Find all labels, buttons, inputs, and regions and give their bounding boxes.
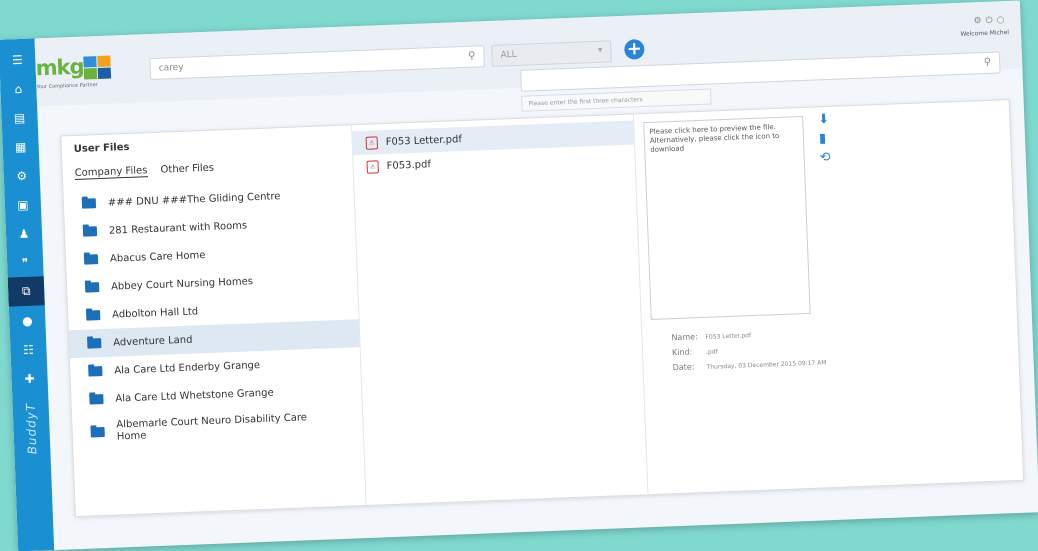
calendar-icon[interactable]: ▦ — [2, 131, 39, 161]
logo-text: mkg — [35, 54, 84, 81]
filter-select[interactable]: ALL ▾ — [491, 40, 612, 67]
folder-icon — [88, 366, 103, 377]
circle-icon[interactable]: ○ — [996, 15, 1008, 25]
folder-icon — [90, 427, 105, 438]
file-actions: ⬇ ▮ ⟲ — [818, 112, 831, 165]
add-user-icon[interactable]: ✚ — [11, 363, 48, 393]
settings-icon[interactable]: ⚙ — [973, 16, 985, 26]
folder-list: ### DNU ###The Gliding Centre 281 Restau… — [63, 179, 363, 452]
chevron-down-icon: ▾ — [597, 45, 603, 56]
folder-icon — [84, 282, 100, 293]
gear-icon[interactable]: ⚙ — [3, 160, 40, 190]
file-meta: Name: F053 Letter.pdf Kind: .pdf Date: Thur… — [671, 332, 827, 373]
folders-column: User Files Company Files Other Files ###… — [61, 125, 367, 517]
file-tabs: Company Files Other Files — [74, 162, 225, 180]
search-value: carey — [158, 62, 184, 74]
search-icon[interactable]: ⚲ — [984, 57, 992, 68]
header-icons: ⚙⏻○ — [973, 15, 1008, 26]
lock-icon[interactable]: ● — [9, 305, 46, 335]
refresh-icon[interactable]: ⟲ — [819, 150, 830, 165]
add-button[interactable]: + — [624, 38, 645, 60]
logo-mark — [83, 56, 97, 68]
sidebar: ☰ ⌂ ▤ ▦ ⚙ ▣ ♟ ❞ ⧉ ● ☷ ✚ BuddyT — [0, 38, 55, 551]
power-icon[interactable]: ⏻ — [985, 15, 997, 25]
search-hint: Please enter the first three characters — [521, 88, 712, 112]
app-window: ☰ ⌂ ▤ ▦ ⚙ ▣ ♟ ❞ ⧉ ● ☷ ✚ BuddyT mkg Your … — [0, 0, 1038, 551]
search-icon[interactable]: ⚲ — [468, 51, 476, 62]
folder-icon — [86, 310, 101, 321]
logo: mkg Your Compliance Partner — [35, 53, 132, 90]
user-icon[interactable]: ♟ — [5, 218, 42, 248]
files-column: ⚠ F053 Letter.pdf ⚠ F053.pdf — [351, 114, 649, 506]
quote-icon[interactable]: ❞ — [7, 247, 44, 277]
files-panel: User Files Company Files Other Files ###… — [60, 99, 1025, 518]
sidebar-brand: BuddyT — [23, 402, 40, 455]
preview-column: Please click here to preview the file. A… — [633, 100, 1023, 494]
filter-select-value: ALL — [500, 49, 517, 61]
pdf-icon: ⚠ — [365, 135, 379, 150]
preview-box[interactable]: Please click here to preview the file. A… — [643, 115, 811, 320]
menu-icon[interactable]: ☰ — [0, 44, 36, 74]
document-icon[interactable]: ▤ — [1, 102, 38, 132]
folder-icon — [81, 198, 97, 209]
copy-icon[interactable]: ⧉ — [7, 276, 45, 307]
tab-other-files[interactable]: Other Files — [160, 163, 214, 176]
folder-icon — [89, 394, 104, 405]
pdf-icon: ⚠ — [366, 159, 379, 174]
list-icon[interactable]: ☷ — [10, 334, 47, 364]
folder-icon — [87, 338, 102, 349]
folder-icon — [82, 226, 98, 237]
home-icon[interactable]: ⌂ — [0, 73, 37, 103]
trash-icon[interactable]: ▮ — [819, 131, 830, 146]
download-icon[interactable]: ⬇ — [818, 112, 829, 127]
folder-icon — [83, 254, 99, 265]
panel-title: User Files — [73, 141, 130, 155]
inbox-icon[interactable]: ▣ — [4, 189, 41, 219]
tab-company-files[interactable]: Company Files — [74, 165, 148, 180]
